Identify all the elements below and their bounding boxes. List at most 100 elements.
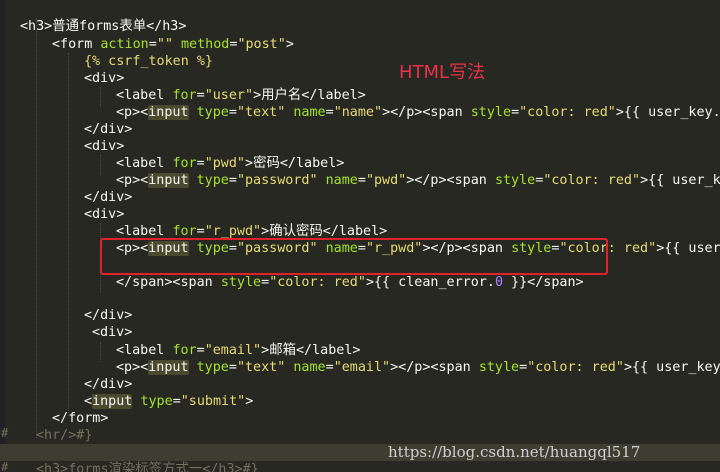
code-token: = xyxy=(228,105,237,120)
code-token: = xyxy=(261,275,270,290)
code-line[interactable]: <hr/>#} xyxy=(36,427,92,444)
code-line[interactable]: </div> xyxy=(84,189,132,206)
code-line[interactable]: <h3>forms渲染标签方式一</h3>#} xyxy=(36,461,259,472)
code-token: ></p><span xyxy=(382,105,471,120)
code-token: style xyxy=(470,105,512,120)
code-token: action xyxy=(100,37,149,52)
code-token: 普通forms表单 xyxy=(52,19,147,34)
code-token: 用户名 xyxy=(261,88,302,103)
code-token: ></p><span xyxy=(406,173,495,188)
code-token: {% csrf_token %} xyxy=(84,54,213,69)
code-token: <p>< xyxy=(116,105,149,120)
gutter-comment-mark: # xyxy=(1,460,9,472)
code-token: "text" xyxy=(236,360,286,375)
code-token: </label> xyxy=(322,224,388,239)
code-line[interactable]: <label for="pwd">密码</label> xyxy=(116,155,344,172)
code-token: <label xyxy=(116,224,173,239)
code-line[interactable]: <p><input type="text" name="email"></p><… xyxy=(116,359,720,376)
code-token: "color: red" xyxy=(269,275,366,290)
code-token: = xyxy=(148,37,157,52)
code-token: for xyxy=(172,88,197,103)
code-token: style xyxy=(220,275,262,290)
code-token: >{{ clean_error. xyxy=(365,275,495,290)
code-token: = xyxy=(196,343,205,358)
code-token: <div> xyxy=(84,139,125,154)
code-token: = xyxy=(325,105,334,120)
code-token: = xyxy=(172,394,181,409)
code-token: = xyxy=(196,156,205,171)
code-line[interactable]: <label for="email">邮箱</label> xyxy=(116,342,360,359)
code-token: type xyxy=(140,394,173,409)
code-token: <div> xyxy=(84,71,125,86)
code-line[interactable]: <form action="" method="post"> xyxy=(52,36,294,53)
code-token: input xyxy=(148,173,189,188)
code-token: <label xyxy=(116,156,173,171)
code-token: 确认密码 xyxy=(269,224,323,239)
code-token: </div> xyxy=(84,122,133,137)
code-line[interactable]: </div> xyxy=(84,121,132,138)
code-token: style xyxy=(478,360,520,375)
code-token: >{{ user_ke xyxy=(640,173,720,188)
highlight-annotation-box xyxy=(100,238,608,275)
code-token: </div> xyxy=(84,308,133,323)
code-line[interactable]: <div> xyxy=(84,206,124,223)
indent-guide xyxy=(100,87,101,107)
code-token: = xyxy=(196,88,205,103)
code-token: >{{ user_key.n xyxy=(615,105,720,120)
code-token: </span><span xyxy=(116,275,221,290)
code-token: for xyxy=(172,224,197,239)
code-token: <hr/>#} xyxy=(36,428,93,443)
code-line[interactable]: <h3>普通forms表单</h3> xyxy=(20,18,186,35)
code-token: <form xyxy=(52,37,101,52)
code-token: </h3> xyxy=(146,19,187,34)
code-line[interactable]: <div> xyxy=(84,138,124,155)
gutter-comment-mark: # xyxy=(1,426,9,440)
code-token: <h3>forms渲染标签方式一</h3>#} xyxy=(36,462,259,472)
code-token: 邮箱 xyxy=(269,343,296,358)
code-token: </label> xyxy=(279,156,345,171)
indent-guide xyxy=(36,18,37,438)
code-token: input xyxy=(92,394,133,409)
code-token: type xyxy=(196,360,229,375)
code-token: 0 xyxy=(494,275,503,290)
code-line[interactable]: </span><span style="color: red">{{ clean… xyxy=(116,274,584,291)
code-token: "pwd" xyxy=(204,156,245,171)
code-token: > xyxy=(253,88,262,103)
code-line[interactable]: {% csrf_token %} xyxy=(84,53,213,70)
code-line[interactable]: <input type="submit"> xyxy=(84,393,253,410)
code-line[interactable]: </div> xyxy=(84,307,132,324)
code-token: <h3> xyxy=(20,19,53,34)
code-token: >{{ user_key. xyxy=(623,360,720,375)
code-token: "pwd" xyxy=(365,173,407,188)
code-line[interactable]: <div> xyxy=(84,70,124,87)
code-token: type xyxy=(196,105,229,120)
code-token: = xyxy=(511,105,520,120)
code-token: </form> xyxy=(52,411,109,426)
code-token: for xyxy=(172,343,197,358)
indent-guide xyxy=(68,53,69,413)
code-token: "name" xyxy=(333,105,383,120)
code-token: "email" xyxy=(333,360,391,375)
code-line[interactable]: <p><input type="password" name="pwd"></p… xyxy=(116,172,720,189)
code-token: input xyxy=(148,360,189,375)
code-token: > xyxy=(261,343,270,358)
code-token: </div> xyxy=(84,377,133,392)
code-token: 密码 xyxy=(253,156,280,171)
code-token: = xyxy=(357,173,366,188)
code-editor[interactable]: <h3>普通forms表单</h3> <form action="" method… xyxy=(0,0,720,472)
code-line[interactable]: <p><input type="text" name="name"></p><s… xyxy=(116,104,720,121)
code-line[interactable]: <label for="user">用户名</label> xyxy=(116,87,366,104)
code-token: </div> xyxy=(84,190,133,205)
code-line[interactable]: </form> xyxy=(52,410,108,427)
code-token: <label xyxy=(116,343,173,358)
code-line[interactable]: </div> xyxy=(84,376,132,393)
code-token: = xyxy=(196,224,205,239)
code-token: type xyxy=(196,173,229,188)
code-token: = xyxy=(228,360,237,375)
code-token: "r_pwd" xyxy=(204,224,262,239)
code-line[interactable]: <div> xyxy=(92,324,132,341)
code-token: < xyxy=(84,394,93,409)
